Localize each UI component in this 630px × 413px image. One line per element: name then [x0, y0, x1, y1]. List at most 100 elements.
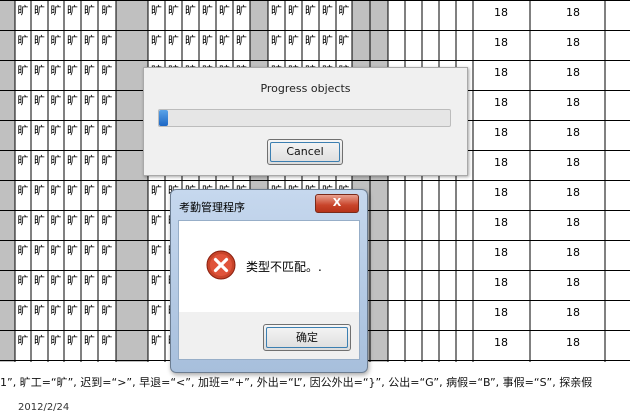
attendance-cell: 旷 — [219, 33, 230, 47]
attendance-cell: 旷 — [84, 93, 95, 107]
attendance-cell: 旷 — [34, 63, 45, 77]
attendance-cell: 旷 — [67, 333, 78, 347]
total-cell: 18 — [494, 126, 508, 139]
attendance-cell: 旷 — [84, 213, 95, 227]
progress-dialog: Progress objects Cancel — [143, 67, 468, 176]
attendance-cell: 旷 — [84, 303, 95, 317]
attendance-cell: 旷 — [102, 243, 113, 257]
attendance-cell: 旷 — [67, 273, 78, 287]
ok-button[interactable]: 确定 — [263, 324, 351, 351]
attendance-cell: 旷 — [51, 153, 62, 167]
total-cell: 18 — [566, 6, 580, 19]
total-cell: 18 — [494, 96, 508, 109]
attendance-cell: 旷 — [102, 93, 113, 107]
attendance-cell: 旷 — [51, 93, 62, 107]
attendance-cell: 旷 — [102, 303, 113, 317]
attendance-cell: 旷 — [18, 123, 29, 137]
attendance-cell: 旷 — [305, 33, 316, 47]
total-cell: 18 — [494, 66, 508, 79]
attendance-cell: 旷 — [51, 243, 62, 257]
attendance-cell: 旷 — [18, 333, 29, 347]
total-cell: 18 — [566, 36, 580, 49]
attendance-cell: 旷 — [34, 183, 45, 197]
error-dialog-body: 类型不匹配。. — [178, 220, 360, 314]
total-cell: 18 — [494, 6, 508, 19]
total-cell: 18 — [494, 276, 508, 289]
attendance-cell: 旷 — [151, 303, 162, 317]
cancel-button-focus-ring — [270, 142, 340, 162]
attendance-cell: 旷 — [185, 3, 196, 17]
attendance-cell: 旷 — [34, 303, 45, 317]
attendance-cell: 旷 — [84, 273, 95, 287]
attendance-cell: 旷 — [18, 153, 29, 167]
attendance-cell: 旷 — [67, 183, 78, 197]
attendance-cell: 旷 — [84, 63, 95, 77]
total-cell: 18 — [494, 186, 508, 199]
attendance-cell: 旷 — [102, 183, 113, 197]
attendance-cell: 旷 — [102, 333, 113, 347]
attendance-cell: 旷 — [34, 273, 45, 287]
attendance-cell: 旷 — [102, 63, 113, 77]
attendance-cell: 旷 — [236, 3, 247, 17]
attendance-cell: 旷 — [34, 33, 45, 47]
total-cell: 18 — [566, 186, 580, 199]
attendance-cell: 旷 — [151, 3, 162, 17]
attendance-cell: 旷 — [151, 33, 162, 47]
attendance-cell: 旷 — [322, 33, 333, 47]
attendance-cell: 旷 — [322, 3, 333, 17]
attendance-cell: 旷 — [84, 33, 95, 47]
total-cell: 18 — [566, 336, 580, 349]
attendance-cell: 旷 — [339, 33, 350, 47]
total-cell: 18 — [566, 66, 580, 79]
attendance-cell: 旷 — [51, 333, 62, 347]
attendance-cell: 旷 — [18, 303, 29, 317]
attendance-cell: 旷 — [236, 33, 247, 47]
attendance-cell: 旷 — [202, 33, 213, 47]
attendance-cell: 旷 — [151, 333, 162, 347]
error-icon — [206, 250, 236, 280]
attendance-cell: 旷 — [34, 123, 45, 137]
attendance-cell: 旷 — [34, 243, 45, 257]
attendance-cell: 旷 — [288, 33, 299, 47]
attendance-cell: 旷 — [34, 3, 45, 17]
total-cell: 18 — [566, 156, 580, 169]
total-cell: 18 — [566, 126, 580, 139]
attendance-cell: 旷 — [34, 153, 45, 167]
attendance-cell: 旷 — [51, 303, 62, 317]
error-dialog-title: 考勤管理程序 — [179, 201, 245, 214]
attendance-cell: 旷 — [84, 3, 95, 17]
total-cell: 18 — [494, 306, 508, 319]
attendance-cell: 旷 — [102, 153, 113, 167]
attendance-cell: 旷 — [67, 63, 78, 77]
attendance-cell: 旷 — [34, 213, 45, 227]
attendance-cell: 旷 — [18, 243, 29, 257]
attendance-cell: 旷 — [67, 3, 78, 17]
attendance-cell: 旷 — [84, 183, 95, 197]
attendance-cell: 旷 — [18, 33, 29, 47]
attendance-cell: 旷 — [219, 3, 230, 17]
total-cell: 18 — [566, 246, 580, 259]
attendance-cell: 旷 — [151, 273, 162, 287]
footer-date: 2012/2/24 — [18, 402, 70, 413]
attendance-cell: 旷 — [102, 213, 113, 227]
attendance-cell: 旷 — [51, 63, 62, 77]
attendance-cell: 旷 — [271, 33, 282, 47]
attendance-cell: 旷 — [67, 93, 78, 107]
attendance-cell: 旷 — [305, 3, 316, 17]
attendance-cell: 旷 — [34, 333, 45, 347]
attendance-cell: 旷 — [271, 3, 282, 17]
progress-bar-fill — [159, 110, 168, 126]
attendance-cell: 旷 — [168, 33, 179, 47]
cancel-button[interactable]: Cancel — [267, 139, 343, 165]
attendance-cell: 旷 — [84, 123, 95, 137]
attendance-cell: 旷 — [18, 63, 29, 77]
close-button[interactable]: X — [315, 194, 359, 213]
attendance-cell: 旷 — [18, 183, 29, 197]
attendance-cell: 旷 — [151, 183, 162, 197]
close-icon: X — [332, 196, 342, 209]
attendance-cell: 旷 — [67, 243, 78, 257]
total-cell: 18 — [494, 36, 508, 49]
total-cell: 18 — [566, 96, 580, 109]
attendance-cell: 旷 — [102, 3, 113, 17]
attendance-cell: 旷 — [102, 123, 113, 137]
